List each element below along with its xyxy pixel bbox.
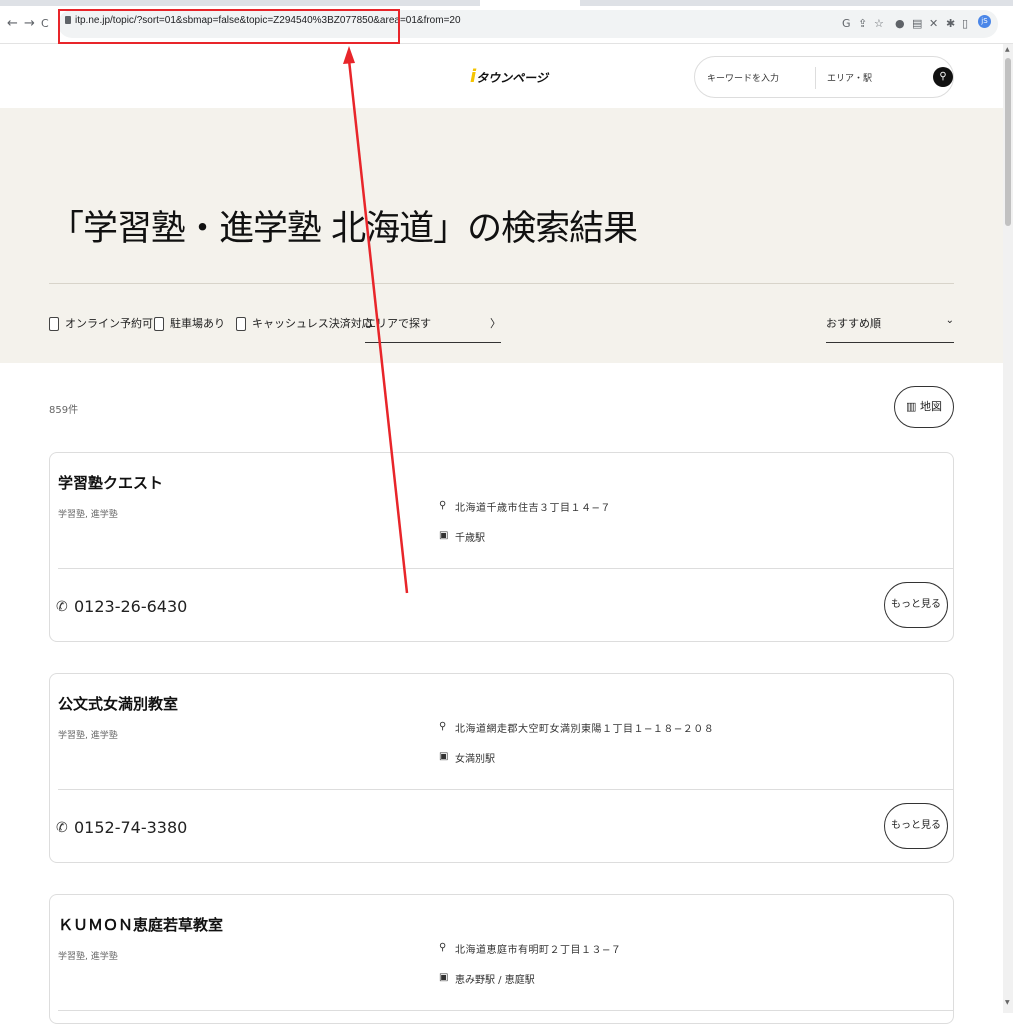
result-card[interactable]: ＫＵＭＯＮ恵庭若草教室 学習塾, 進学塾 ⚲ 北海道恵庭市有明町２丁目１３−７ … xyxy=(49,894,954,1024)
train-icon: ▣ xyxy=(439,530,449,541)
result-station: 千歳駅 xyxy=(455,533,485,544)
page-title: 「学習塾・進学塾 北海道」の検索結果 xyxy=(49,209,638,249)
location-pin-icon: ⚲ xyxy=(439,500,447,511)
scroll-down-icon[interactable]: ▼ xyxy=(1005,999,1010,1006)
filter-label: 駐車場あり xyxy=(170,317,225,330)
extension-x-icon[interactable]: ✕ xyxy=(929,17,938,30)
more-button[interactable]: もっと見る xyxy=(884,803,948,849)
extension-circle-icon[interactable]: ● xyxy=(895,17,905,30)
card-divider xyxy=(58,789,953,790)
card-divider xyxy=(58,1010,953,1011)
checkbox[interactable] xyxy=(154,317,164,331)
result-card[interactable]: 学習塾クエスト 学習塾, 進学塾 ⚲ 北海道千歳市住吉３丁目１４−７ ▣ 千歳駅… xyxy=(49,452,954,642)
logo-text: タウンページ xyxy=(476,71,548,85)
result-category: 学習塾, 進学塾 xyxy=(58,510,118,520)
result-name[interactable]: 学習塾クエスト xyxy=(58,472,163,493)
result-name[interactable]: 公文式女満別教室 xyxy=(58,693,178,714)
site-header: iタウンページ キーワードを入力 エリア・駅 ⚲ xyxy=(0,44,1003,108)
forward-icon[interactable]: → xyxy=(24,16,35,31)
result-phone[interactable]: 0123-26-6430 xyxy=(74,597,187,616)
train-icon: ▣ xyxy=(439,751,449,762)
tab-strip xyxy=(0,0,1013,6)
google-icon[interactable]: G xyxy=(842,17,851,30)
browser-chrome: ← → C itp.ne.jp/topic/?sort=01&sbmap=fal… xyxy=(0,0,1013,44)
map-icon: ▥ xyxy=(906,400,917,413)
result-station: 恵み野駅 / 恵庭駅 xyxy=(455,975,535,986)
result-card[interactable]: 公文式女満別教室 学習塾, 進学塾 ⚲ 北海道網走郡大空町女満別東陽１丁目１−１… xyxy=(49,673,954,863)
result-address: 北海道網走郡大空町女満別東陽１丁目１−１８−２０８ xyxy=(455,724,715,735)
reload-icon[interactable]: C xyxy=(41,17,49,30)
search-button[interactable]: ⚲ xyxy=(933,60,953,94)
search-box: キーワードを入力 エリア・駅 ⚲ xyxy=(694,56,954,98)
filter-cashless[interactable]: キャッシュレス決済対応 xyxy=(236,315,373,331)
share-icon[interactable]: ⇪ xyxy=(858,17,867,30)
result-station: 女満別駅 xyxy=(455,754,495,765)
site-logo[interactable]: iタウンページ xyxy=(470,66,548,87)
page-scrollbar[interactable]: ▲ ▼ xyxy=(1003,44,1013,1013)
search-divider xyxy=(815,67,816,89)
scroll-up-icon[interactable]: ▲ xyxy=(1005,46,1010,53)
sidepanel-icon[interactable]: ▯ xyxy=(962,17,968,30)
back-icon[interactable]: ← xyxy=(7,16,18,31)
sort-select-label: おすすめ順 xyxy=(826,317,881,330)
sort-select[interactable]: おすすめ順 ⌄ xyxy=(826,315,954,343)
result-address: 北海道千歳市住吉３丁目１４−７ xyxy=(455,503,611,514)
area-select-label: エリアで探す xyxy=(365,317,431,330)
result-category: 学習塾, 進学塾 xyxy=(58,731,118,741)
area-select[interactable]: エリアで探す 〉 xyxy=(365,315,501,343)
result-name[interactable]: ＫＵＭＯＮ恵庭若草教室 xyxy=(58,914,223,935)
filter-parking[interactable]: 駐車場あり xyxy=(154,315,225,331)
extension-doc-icon[interactable]: ▤ xyxy=(912,17,922,30)
filter-label: キャッシュレス決済対応 xyxy=(252,317,373,330)
more-button[interactable]: もっと見る xyxy=(884,582,948,628)
url-highlight-box xyxy=(58,9,400,44)
location-pin-icon: ⚲ xyxy=(439,942,447,953)
phone-icon: ✆ xyxy=(56,599,68,615)
chevron-down-icon: ⌄ xyxy=(945,315,954,326)
result-phone[interactable]: 0152-74-3380 xyxy=(74,818,187,837)
checkbox[interactable] xyxy=(236,317,246,331)
area-input[interactable]: エリア・駅 xyxy=(827,71,872,84)
keyword-input[interactable]: キーワードを入力 xyxy=(707,71,779,84)
profile-avatar[interactable]: jS xyxy=(978,15,991,28)
map-button-label: 地図 xyxy=(919,400,942,413)
puzzle-icon[interactable]: ✱ xyxy=(946,17,955,30)
filter-online-booking[interactable]: オンライン予約可 xyxy=(49,315,153,331)
card-divider xyxy=(58,568,953,569)
filter-label: オンライン予約可 xyxy=(65,317,153,330)
phone-icon: ✆ xyxy=(56,820,68,836)
search-icon: ⚲ xyxy=(933,67,953,87)
hero-divider xyxy=(49,283,954,284)
scrollbar-thumb[interactable] xyxy=(1005,58,1011,226)
train-icon: ▣ xyxy=(439,972,449,983)
star-icon[interactable]: ☆ xyxy=(874,17,884,30)
search-hero: 「学習塾・進学塾 北海道」の検索結果 オンライン予約可 駐車場あり キャッシュレ… xyxy=(0,108,1003,363)
location-pin-icon: ⚲ xyxy=(439,721,447,732)
result-address: 北海道恵庭市有明町２丁目１３−７ xyxy=(455,945,622,956)
active-tab[interactable] xyxy=(480,0,580,6)
result-count: 859件 xyxy=(49,405,79,416)
map-button[interactable]: ▥ 地図 xyxy=(894,386,954,428)
checkbox[interactable] xyxy=(49,317,59,331)
result-category: 学習塾, 進学塾 xyxy=(58,952,118,962)
chevron-right-icon: 〉 xyxy=(490,317,501,330)
